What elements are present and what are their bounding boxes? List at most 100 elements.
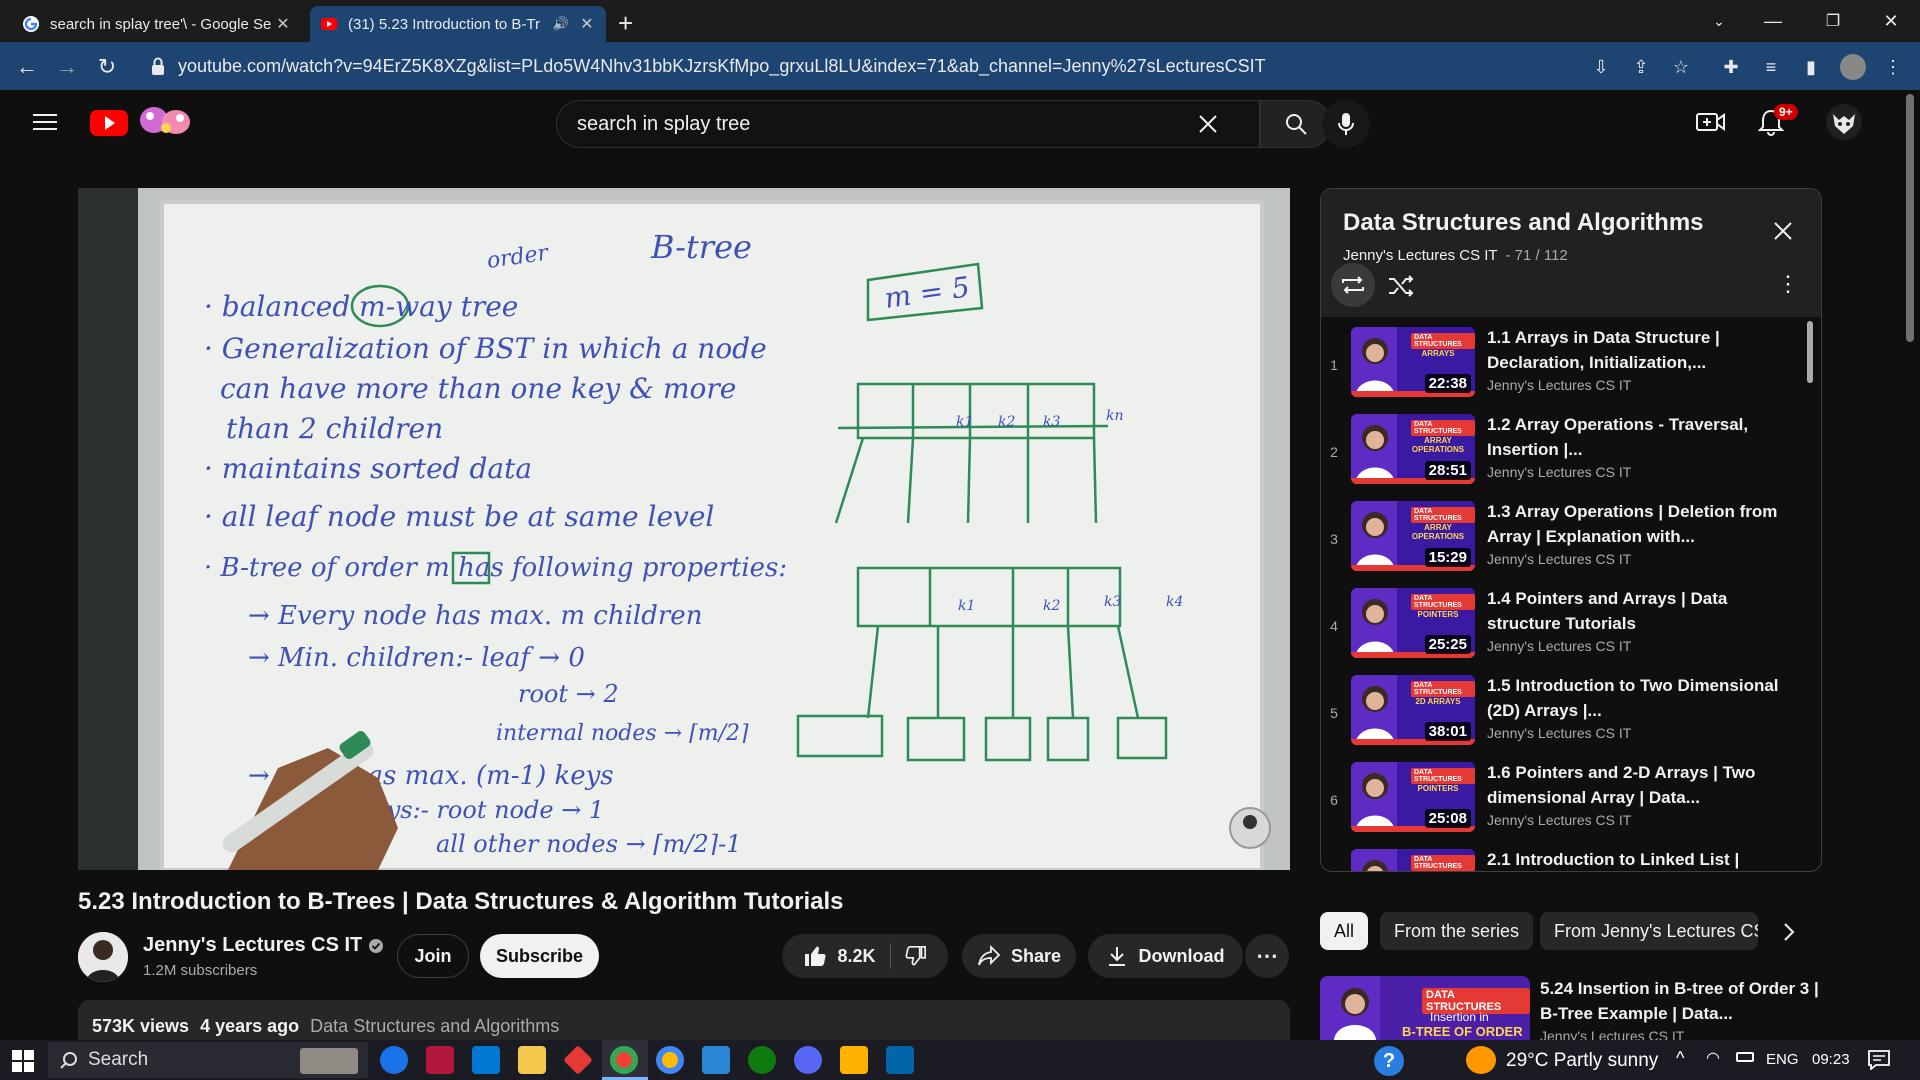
channel-avatar[interactable]: [78, 932, 128, 982]
chip-all[interactable]: All: [1320, 912, 1369, 950]
help-icon[interactable]: ?: [1374, 1046, 1404, 1076]
playlist-item[interactable]: 4 DATA STRUCTURES POINTERS 25:25 1.4 Pointer…: [1321, 584, 1807, 670]
language-indicator[interactable]: ENG: [1766, 1051, 1799, 1068]
voice-search-button[interactable]: [1322, 100, 1370, 148]
playlist-scrollbar[interactable]: [1807, 321, 1813, 383]
chip-from-series[interactable]: From the series: [1380, 912, 1534, 950]
media-control-icon[interactable]: ≡: [1758, 54, 1784, 80]
create-video-icon[interactable]: [1696, 110, 1726, 134]
discord-app-icon[interactable]: [794, 1046, 822, 1074]
playlist-item-channel[interactable]: Jenny's Lectures CS IT: [1487, 725, 1631, 741]
restore-icon[interactable]: ❐: [1810, 6, 1856, 36]
recommended-channel[interactable]: Jenny's Lectures CS IT: [1540, 1028, 1684, 1040]
app-icon-layers[interactable]: [840, 1046, 868, 1074]
playlist-item-channel[interactable]: Jenny's Lectures CS IT: [1487, 464, 1631, 480]
recommended-title[interactable]: 5.24 Insertion in B-tree of Order 3 | B-…: [1540, 976, 1820, 1026]
notification-center-icon[interactable]: [1868, 1050, 1890, 1070]
playlist-item-thumbnail[interactable]: DATA STRUCTURES POINTERS 25:08: [1351, 762, 1475, 832]
playlist-item-title[interactable]: 1.3 Array Operations | Deletion from Arr…: [1487, 499, 1787, 549]
channel-name[interactable]: Jenny's Lectures CS IT: [143, 934, 384, 957]
account-avatar[interactable]: [1826, 104, 1862, 140]
playlist-item-thumbnail[interactable]: DATA STRUCTURES: [1351, 849, 1475, 871]
join-button[interactable]: Join: [397, 934, 469, 978]
vscode-app-icon[interactable]: [886, 1046, 914, 1074]
loop-playlist-button[interactable]: [1331, 263, 1375, 307]
chrome-menu-icon[interactable]: ⋮: [1880, 54, 1906, 80]
share-page-icon[interactable]: ⇪: [1628, 54, 1654, 80]
search-highlight-icon[interactable]: [300, 1048, 358, 1074]
clock-time[interactable]: 09:23: [1812, 1051, 1850, 1068]
download-button[interactable]: Download: [1088, 934, 1243, 978]
youtube-logo-icon[interactable]: [90, 108, 128, 136]
install-icon[interactable]: ⇩: [1588, 54, 1614, 80]
dislike-thumb-icon[interactable]: [905, 945, 927, 967]
speaker-icon[interactable]: 🔊: [552, 16, 570, 32]
more-actions-button[interactable]: ⋯: [1245, 934, 1289, 978]
minimize-icon[interactable]: —: [1750, 6, 1796, 36]
weather-icon[interactable]: [1466, 1046, 1496, 1074]
playlist-item[interactable]: 5 DATA STRUCTURES 2D ARRAYS 38:01 1.5 Introd…: [1321, 671, 1807, 757]
battery-icon[interactable]: [1736, 1052, 1754, 1062]
tab-google-search[interactable]: search in splay tree'\ - Google Se ✕: [12, 6, 302, 42]
tray-chevron-icon[interactable]: ^: [1676, 1048, 1684, 1069]
search-input[interactable]: search in splay tree: [556, 100, 1260, 148]
playlist-item-channel[interactable]: Jenny's Lectures CS IT: [1487, 551, 1631, 567]
hamburger-menu-icon[interactable]: [32, 112, 58, 132]
bookmark-star-icon[interactable]: ☆: [1668, 54, 1694, 80]
tab-youtube-video[interactable]: (31) 5.23 Introduction to B-Tr 🔊 ✕: [310, 6, 606, 42]
profile-avatar[interactable]: [1840, 54, 1866, 80]
playlist-menu-icon[interactable]: ⋮: [1777, 271, 1799, 297]
recommended-thumbnail[interactable]: DATA STRUCTURES Insertion in B-TREE OF O…: [1320, 976, 1530, 1040]
forward-icon[interactable]: →: [52, 52, 82, 82]
video-player[interactable]: k1 k2 k3 kn k1 k2 k3 k4 B-tree order m =…: [78, 188, 1290, 870]
playlist-item[interactable]: 6 DATA STRUCTURES POINTERS 25:08 1.6 Pointer…: [1321, 758, 1807, 844]
playlist-item[interactable]: 3 DATA STRUCTURES ARRAY OPERATIONS 15:29 1.3…: [1321, 497, 1807, 583]
like-thumb-icon[interactable]: [803, 944, 827, 968]
back-icon[interactable]: ←: [12, 52, 42, 82]
weather-text[interactable]: 29°C Partly sunny: [1506, 1050, 1658, 1072]
file-explorer-icon[interactable]: [518, 1046, 546, 1074]
playlist-item[interactable]: 2 DATA STRUCTURES ARRAY OPERATIONS 28:51 1.2…: [1321, 410, 1807, 496]
playlist-link[interactable]: Data Structures and Algorithms: [310, 1016, 559, 1036]
side-panel-icon[interactable]: ▮: [1798, 54, 1824, 80]
store-app-icon[interactable]: [472, 1046, 500, 1074]
chrome-app-icon[interactable]: [610, 1046, 638, 1074]
playlist-item-channel[interactable]: Jenny's Lectures CS IT: [1487, 638, 1631, 654]
app-icon-blue[interactable]: [702, 1046, 730, 1074]
windows-start-icon[interactable]: [12, 1050, 34, 1072]
playlist-item-thumbnail[interactable]: DATA STRUCTURES POINTERS 25:25: [1351, 588, 1475, 658]
playlist-item-channel[interactable]: Jenny's Lectures CS IT: [1487, 377, 1631, 393]
page-scrollbar[interactable]: [1906, 94, 1914, 342]
playlist-item-thumbnail[interactable]: DATA STRUCTURES 2D ARRAYS 38:01: [1351, 675, 1475, 745]
doodle-logo-icon[interactable]: [136, 102, 196, 138]
chrome-profile-app-icon[interactable]: [656, 1046, 684, 1074]
chip-from-channel[interactable]: From Jenny's Lectures CS: [1540, 912, 1758, 950]
extensions-icon[interactable]: ✚: [1718, 54, 1744, 80]
playlist-item[interactable]: DATA STRUCTURES 2.1 Introduction to Linke…: [1321, 845, 1807, 871]
playlist-item-title[interactable]: 1.1 Arrays in Data Structure | Declarati…: [1487, 325, 1787, 375]
close-tab-icon[interactable]: ✕: [274, 14, 292, 34]
wifi-icon[interactable]: ◠: [1706, 1048, 1720, 1068]
chevron-right-icon[interactable]: [1782, 922, 1796, 942]
edge-app-icon[interactable]: [380, 1046, 408, 1074]
shuffle-icon[interactable]: [1387, 275, 1415, 297]
playlist-item-thumbnail[interactable]: DATA STRUCTURES ARRAYS 22:38: [1351, 327, 1475, 397]
subscribe-button[interactable]: Subscribe: [480, 934, 599, 978]
playlist-item-title[interactable]: 1.4 Pointers and Arrays | Data structure…: [1487, 586, 1787, 636]
playlist-item-thumbnail[interactable]: DATA STRUCTURES ARRAY OPERATIONS 15:29: [1351, 501, 1475, 571]
app-icon-diamond[interactable]: [563, 1045, 593, 1075]
xbox-app-icon[interactable]: [748, 1046, 776, 1074]
playlist-item-title[interactable]: 1.6 Pointers and 2-D Arrays | Two dimens…: [1487, 760, 1787, 810]
app-icon-red[interactable]: [426, 1046, 454, 1074]
tab-search-icon[interactable]: ⌄: [1696, 6, 1742, 36]
close-tab-icon[interactable]: ✕: [578, 14, 596, 34]
url-field[interactable]: youtube.com/watch?v=94ErZ5K8XZg&list=PLd…: [140, 48, 1580, 84]
playlist-item-channel[interactable]: Jenny's Lectures CS IT: [1487, 812, 1631, 828]
playlist-item-title[interactable]: 2.1 Introduction to Linked List |: [1487, 847, 1787, 871]
new-tab-button[interactable]: +: [618, 8, 633, 39]
share-button[interactable]: Share: [962, 934, 1076, 978]
playlist-channel[interactable]: Jenny's Lectures CS IT: [1343, 247, 1497, 264]
playlist-title[interactable]: Data Structures and Algorithms: [1343, 209, 1704, 237]
playlist-item-title[interactable]: 1.2 Array Operations - Traversal, Insert…: [1487, 412, 1787, 462]
close-playlist-icon[interactable]: [1773, 221, 1793, 241]
